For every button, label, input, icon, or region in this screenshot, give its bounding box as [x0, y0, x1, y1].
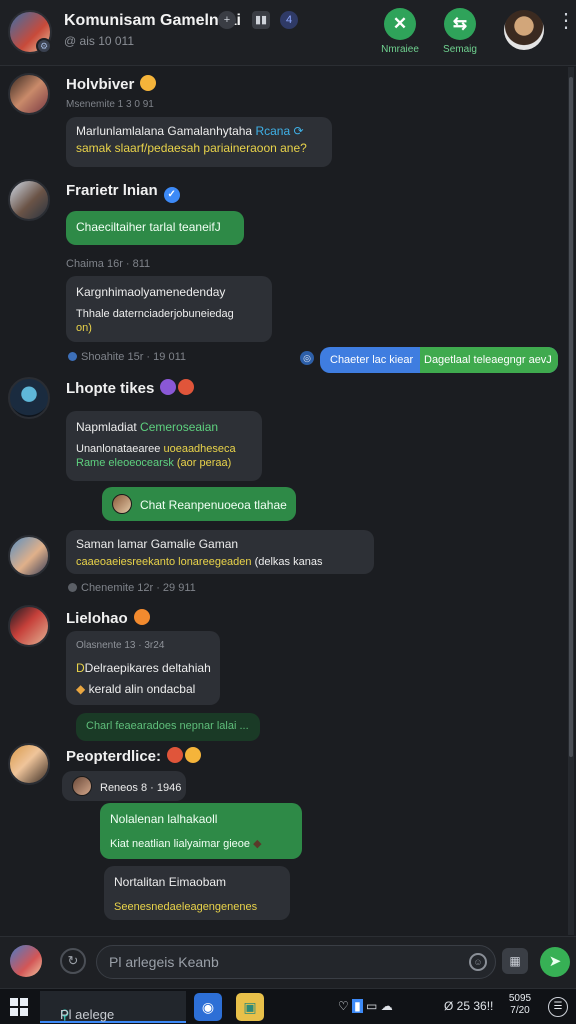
outgoing-message-bubble[interactable]: Chaeter lac kiear Dagetlaal teleaegngr a…: [320, 347, 558, 373]
message-text: caaeoaeiesreekanto lonareegeaden (delkas…: [76, 556, 323, 568]
message-bubble[interactable]: Kargnhimaolyamenedenday Thhale daterncia…: [66, 276, 272, 342]
mini-avatar: [112, 494, 132, 514]
message-text: on): [76, 322, 92, 334]
files-app-icon[interactable]: ▣: [236, 993, 264, 1021]
scrollbar-thumb[interactable]: [569, 77, 573, 757]
group-title: Komunisam Gamelnsai: [64, 12, 241, 29]
notification-icon[interactable]: ☰: [548, 997, 568, 1017]
message-text: Nortalitan Eimaobam: [114, 875, 227, 889]
message-bubble[interactable]: Napmladiat Cemeroseaian Unanlonataearee …: [66, 411, 262, 481]
message-text: ◆ kerald alin ondacbal: [76, 682, 196, 696]
message-bubble[interactable]: Olasnente 13 · 3r24 DDelraepikares delta…: [66, 631, 220, 705]
messenger-app-icon[interactable]: ◉: [194, 993, 222, 1021]
group-subtitle: @ ais 10 011: [64, 34, 135, 48]
message-text: samak slaarf/pedaesah pariaineraoon ane?: [76, 141, 307, 155]
grin-emoji-icon: [140, 75, 157, 91]
message-bubble[interactable]: Marlunlamlalana Gamalanhytaha Rcana ⟳ sa…: [66, 117, 332, 167]
clock-date: 7/20: [510, 1005, 530, 1016]
mute-icon[interactable]: ▮▮: [252, 11, 270, 29]
message-timestamp: Chaima 16r · 811: [66, 258, 151, 270]
os-taskbar: ⚲ Pl aelege ◉ ▣ ♡ ▮ ▭ ☁ Ø 25 36!! 5095 7…: [0, 988, 576, 1024]
message-text: Rame eleoeocearsk (aor peraa): [76, 457, 232, 469]
message-meta: Olasnente 13 · 3r24: [76, 640, 165, 651]
attach-icon[interactable]: ↻: [60, 948, 86, 974]
message-timestamp: Chenemite 12r · 29 911: [68, 582, 196, 594]
message-text: Kargnhimaolyamenedenday: [76, 285, 226, 299]
author-name[interactable]: Holvbiver: [66, 75, 157, 93]
sticker-icon[interactable]: ▦: [502, 948, 528, 974]
reply-preview[interactable]: Reneos 8 · 1946: [62, 771, 186, 801]
tray-status: Ø 25 36!!: [444, 999, 494, 1013]
user-profile-avatar[interactable]: [504, 10, 544, 50]
composer-avatar[interactable]: [10, 945, 42, 977]
message-text: Dagetlaal teleaegngr aevJ: [420, 347, 558, 373]
taskbar-search[interactable]: ⚲ Pl aelege: [40, 991, 186, 1023]
boost-icon[interactable]: 4: [280, 11, 298, 29]
avatar[interactable]: [8, 535, 50, 577]
status-dot-icon: [68, 583, 77, 592]
message-meta: Msenemite 1 3 0 91: [66, 99, 154, 110]
angry-emoji-icon: [178, 379, 195, 395]
message-text: Chaeter lac kiear: [330, 354, 414, 366]
header-action-label: Nmraiee: [381, 44, 419, 55]
message-text: Saman lamar Gamalie Gaman: [76, 537, 239, 551]
purple-heart-icon: [160, 379, 177, 395]
message-bubble[interactable]: Nortalitan Eimaobam Seenesnedaeleagengen…: [104, 866, 290, 920]
author-name[interactable]: Lhopte tikes: [66, 379, 195, 397]
avatar[interactable]: [8, 73, 50, 115]
message-bubble[interactable]: Nolalenan lalhakaoll Kiat neatlian lialy…: [100, 803, 302, 859]
send-icon[interactable]: ➤: [540, 947, 570, 977]
group-badge-icon: ⚙: [36, 38, 52, 54]
chat-window: ⚙ Komunisam Gamelnsai + ▮▮ 4 @ ais 10 01…: [0, 0, 576, 1024]
message-list: Holvbiver Marlunlamlalana Gamalanhytaha …: [0, 67, 576, 935]
message-input-placeholder: Pl arlegeis Keanb: [109, 954, 219, 970]
message-text: Seenesnedaeleagengenenes: [114, 901, 258, 913]
message-text: Unanlonataearee uoeaadheseca: [76, 443, 236, 455]
message-text: Thhale daternciaderjobuneiedag: [76, 308, 234, 320]
emoji-icon[interactable]: ☺: [469, 953, 487, 971]
verified-icon: ✓: [163, 187, 180, 203]
message-text: Chat Reanpenuoeoa tlahae: [140, 498, 287, 512]
status-dot-icon: [68, 352, 77, 361]
message-bubble[interactable]: Chaeciltaiher tarlal teaneifJ: [66, 211, 244, 245]
message-bubble[interactable]: Saman lamar Gamalie Gaman caaeoaeiesreek…: [66, 530, 374, 574]
avatar[interactable]: [8, 377, 50, 419]
header-action-play[interactable]: ✕ Nmraiee: [368, 8, 432, 55]
message-text: Nolalenan lalhakaoll: [110, 812, 218, 826]
mini-avatar: [72, 776, 92, 796]
message-text: Kiat neatlian lialyaimar gieoe ◆: [110, 838, 262, 850]
author-name[interactable]: Frarietr lnian ✓: [66, 182, 180, 203]
message-composer: ↻ Pl arlegeis Keanb ☺ ▦ ➤: [0, 936, 576, 988]
message-text: Napmladiat Cemeroseaian: [76, 420, 219, 434]
share-icon: ⇆: [444, 8, 476, 40]
angry-emoji-icon: [167, 747, 184, 763]
group-avatar[interactable]: ⚙: [8, 10, 52, 54]
author-name[interactable]: Lielohao: [66, 609, 150, 627]
tray-icons[interactable]: ♡ ▮ ▭ ☁: [338, 999, 393, 1013]
grin-emoji-icon: [185, 747, 202, 763]
message-bubble[interactable]: Charl feaearadoes nepnar lalai ...: [76, 713, 260, 741]
gamepad-icon: ✕: [384, 8, 416, 40]
taskbar-clock[interactable]: 5095 7/20: [504, 993, 536, 1017]
pin-icon[interactable]: +: [218, 11, 236, 29]
clock-time: 5095: [508, 993, 532, 1004]
message-input[interactable]: Pl arlegeis Keanb ☺: [96, 945, 496, 979]
header-action-share[interactable]: ⇆ Semaig: [428, 8, 492, 55]
chat-scrollbar[interactable]: [568, 67, 574, 935]
message-timestamp: Shoahite 15r · 19 011: [68, 351, 186, 363]
chat-header: ⚙ Komunisam Gamelnsai + ▮▮ 4 @ ais 10 01…: [0, 0, 576, 66]
more-options-icon[interactable]: ⋮: [556, 11, 576, 31]
avatar[interactable]: [8, 179, 50, 221]
message-bubble[interactable]: Chat Reanpenuoeoa tlahae: [102, 487, 296, 521]
author-name[interactable]: Peopterdlice:: [66, 747, 202, 765]
header-action-label: Semaig: [443, 44, 477, 55]
windows-start-icon[interactable]: [10, 998, 28, 1016]
smile-emoji-icon: [133, 609, 150, 625]
message-text: DDelraepikares deltahiah: [76, 661, 211, 675]
reaction-icon[interactable]: ◎: [300, 351, 314, 365]
avatar[interactable]: [8, 743, 50, 785]
avatar[interactable]: [8, 605, 50, 647]
message-text: Marlunlamlalana Gamalanhytaha Rcana ⟳: [76, 124, 304, 138]
